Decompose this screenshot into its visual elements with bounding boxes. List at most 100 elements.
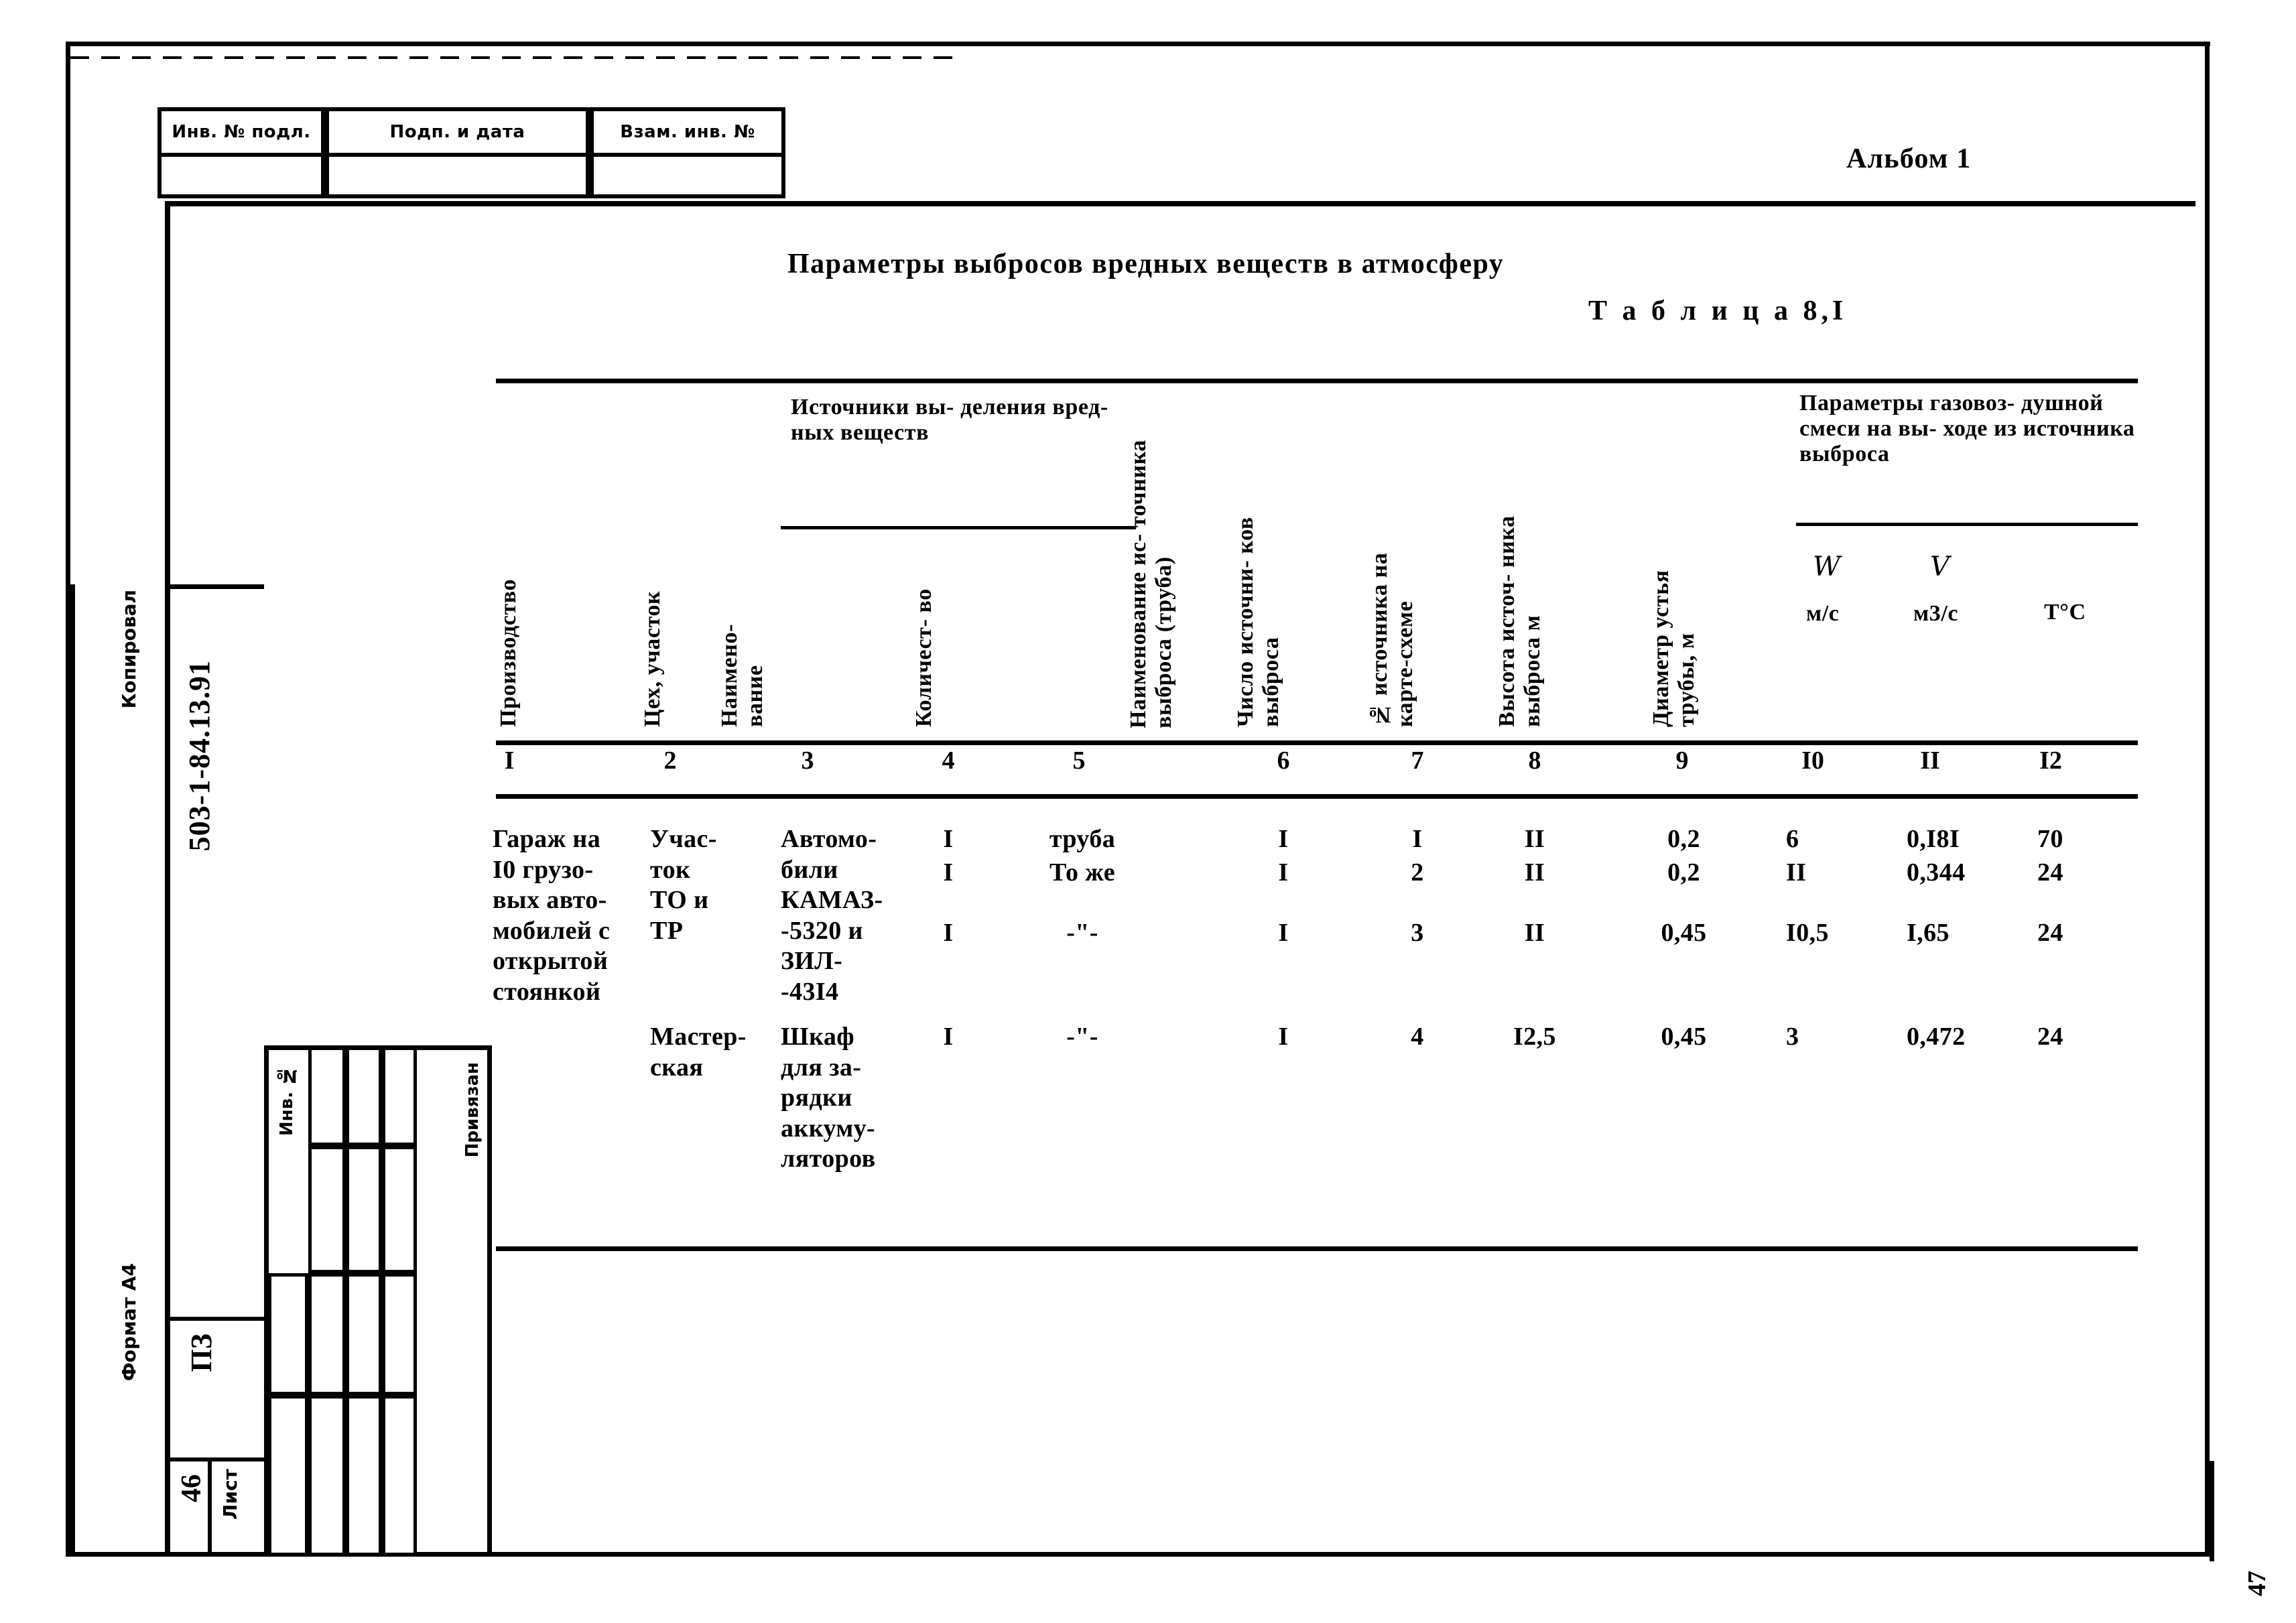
table-cell-diameter: 0,45 [1661, 919, 1707, 947]
column-number-10: I0 [1801, 746, 1824, 775]
format-label: Формат А4 [118, 1263, 140, 1381]
table-row: Гараж на I0 грузо- вых авто- мобилей с о… [493, 825, 611, 1006]
column-header-nomer: № источника на карте-схеме [1367, 552, 1418, 727]
column-header-temperature: Т°С [2044, 600, 2086, 625]
grid-cell [346, 1395, 382, 1556]
column-number-9: 9 [1675, 746, 1689, 775]
table-cell-map-no: I [1412, 825, 1423, 853]
page-number-right: 47 [2243, 1571, 2271, 1596]
table-cell-diameter: 0,45 [1661, 1023, 1707, 1051]
column-header-istochnik: Наименование ис- точника выброса (труба) [1126, 440, 1177, 728]
table-cell-temp: 70 [2037, 825, 2063, 853]
table-cell-height: II [1524, 825, 1545, 853]
column-header-naimenovanie: Наимено- вание [717, 624, 768, 727]
table-cell-diameter: 0,2 [1667, 825, 1700, 853]
column-number-3: 3 [801, 746, 814, 775]
table-rule-top [496, 379, 2138, 383]
table-row: Мастер- ская [650, 1023, 747, 1082]
column-number-11: II [1920, 746, 1940, 775]
frame-right-border [2205, 42, 2210, 1556]
code-panel-left-border [70, 584, 75, 1556]
table-cell-flow: 0,I8I [1907, 825, 1960, 853]
table-cell-temp: 24 [2037, 858, 2063, 887]
table-caption: Т а б л и ц а 8,I [1588, 296, 1848, 326]
column-number-12: I2 [2039, 746, 2062, 775]
grid-cell [382, 1146, 417, 1273]
inner-grid-right-border [487, 1045, 492, 1556]
column-number-2: 2 [663, 746, 677, 775]
column-number-4: 4 [942, 746, 955, 775]
table-cell-diameter: 0,2 [1667, 858, 1700, 887]
table-cell-map-no: 2 [1411, 858, 1424, 887]
table-cell-height: II [1524, 858, 1545, 887]
stamp-box-vzam-inv: Взам. инв. № [590, 107, 785, 157]
code-panel-right-border [165, 584, 170, 1556]
stamp-box-inv-podl: Инв. № подл. [157, 107, 325, 157]
table-cell-count: I [1278, 825, 1289, 853]
table-cell-flow: I,65 [1907, 919, 1950, 947]
column-header-v-unit: м3/с [1913, 601, 1959, 626]
column-number-5: 5 [1072, 746, 1086, 775]
emissions-table: Источники вы- деления вред- ных веществ … [493, 379, 2138, 1251]
page-number-divider [2210, 1461, 2214, 1561]
sheet-cell-divider [208, 1457, 212, 1556]
grid-cell [308, 1047, 346, 1146]
grid-cell [346, 1273, 382, 1395]
table-rule-group-gasmix [1796, 523, 2138, 526]
symbol-flow: V [1930, 551, 1950, 582]
column-header-w-unit: м/с [1806, 601, 1840, 626]
table-cell-emitter: труба [1049, 825, 1116, 853]
frame-left-border [66, 42, 70, 1556]
table-cell-emitter: -"- [1066, 1023, 1098, 1051]
column-number-6: 6 [1277, 746, 1290, 775]
stamp-box-inv-podl-value [157, 157, 325, 198]
table-cell-height: II [1524, 919, 1545, 947]
table-cell-velocity: 6 [1786, 825, 1799, 853]
stamp-box-podp-data-value [325, 157, 590, 198]
table-cell-flow: 0,344 [1907, 858, 1966, 887]
table-cell-velocity: I0,5 [1786, 919, 1829, 947]
table-cell-count: I [1278, 919, 1289, 947]
column-header-chislo: Число источни- ков выброса [1233, 517, 1284, 727]
table-cell-map-no: 4 [1411, 1023, 1424, 1051]
sheet-number: 46 [176, 1474, 207, 1502]
column-header-tseh: Цех, участок [640, 590, 665, 727]
table-cell-qty: I [943, 825, 954, 853]
content-frame-top-rule [165, 201, 2195, 206]
table-cell-temp: 24 [2037, 1023, 2063, 1051]
stamp-label-inv-podl: Инв. № подл. [172, 122, 311, 142]
symbol-velocity: W [1813, 551, 1841, 582]
column-header-diametr: Диаметр устья трубы, м [1649, 570, 1700, 727]
table-cell-temp: 24 [2037, 919, 2063, 947]
code-panel-top-border [165, 584, 264, 589]
table-cell-qty: I [943, 858, 954, 887]
grid-cell [268, 1395, 308, 1556]
stamp-label-vzam-inv: Взам. инв. № [620, 122, 755, 142]
table-cell-emitter: То же [1049, 858, 1116, 887]
stamp-label-podp-data: Подп. и дата [389, 122, 525, 142]
table-cell-count: I [1278, 858, 1289, 887]
table-rule-bottom [496, 1246, 2138, 1251]
grid-cell [382, 1047, 417, 1146]
document-code: 503-1-84.13.91 [183, 660, 216, 852]
table-cell-velocity: II [1786, 858, 1807, 887]
sheet-cell-top-border [165, 1457, 264, 1462]
sheet-word-label: Лист [219, 1469, 241, 1520]
table-cell-velocity: 3 [1786, 1023, 1799, 1051]
table-row: Шкаф для за- рядки аккуму- ляторов [781, 1023, 876, 1173]
table-cell-qty: I [943, 1023, 954, 1051]
column-header-kolichestvo: Количест- во [911, 588, 936, 727]
table-row: Учас- ток ТО и ТР [650, 825, 717, 945]
table-cell-emitter: -"- [1066, 919, 1098, 947]
stamp-box-vzam-inv-value [590, 157, 785, 198]
table-cell-count: I [1278, 1023, 1289, 1051]
dashed-fold-line [70, 56, 962, 59]
table-rule-group-sources [781, 526, 1136, 529]
table-cell-map-no: 3 [1411, 919, 1424, 947]
document-stage: ПЗ [185, 1334, 218, 1372]
document-sheet: Инв. № подл. Подп. и дата Взам. инв. № А… [0, 0, 2296, 1623]
table-cell-qty: I [943, 919, 954, 947]
column-header-vysota: Высота источ- ника выброса м [1494, 515, 1545, 727]
grid-cell [346, 1047, 382, 1146]
grid-cell [346, 1146, 382, 1273]
